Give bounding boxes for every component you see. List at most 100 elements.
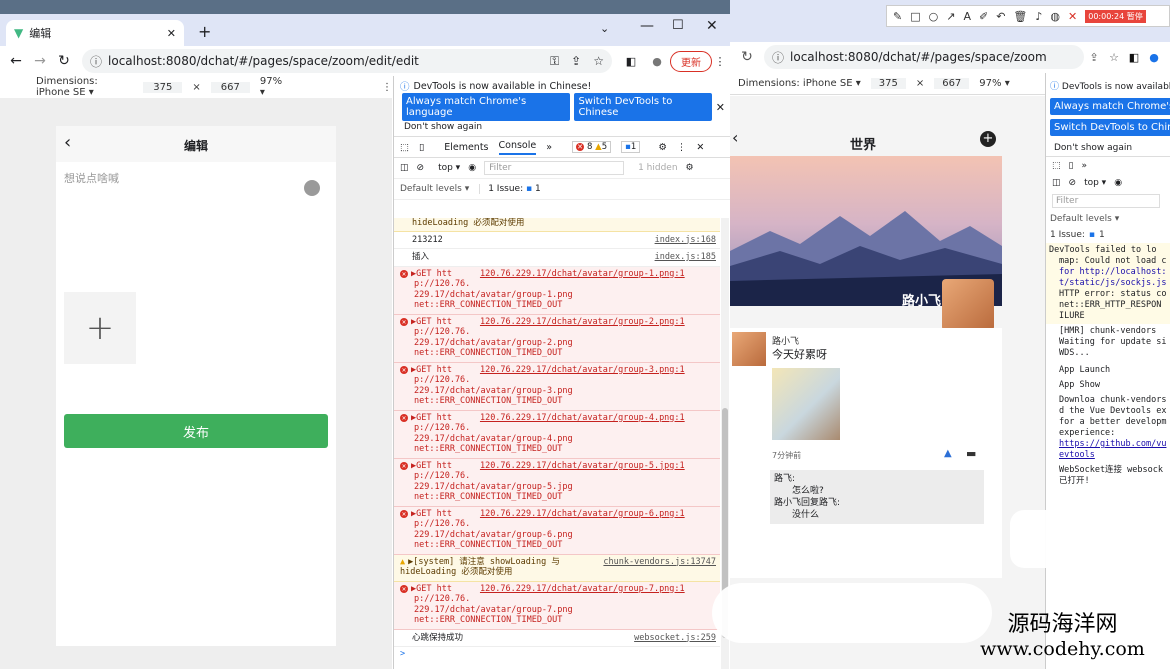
right-issue-bar[interactable]: 1 Issue: ▪ 1 (1046, 227, 1170, 243)
devtools-close-icon[interactable]: ✕ (696, 142, 704, 153)
sidebar-toggle-icon[interactable]: ◫ (1052, 178, 1061, 188)
forward-icon[interactable]: → (28, 53, 52, 69)
device-menu-icon[interactable]: ⋮ (382, 82, 392, 93)
like-icon[interactable]: ▲ (944, 448, 952, 459)
comment-icon[interactable]: ▬ (966, 447, 976, 460)
close-icon[interactable]: ✕ (1068, 10, 1077, 23)
add-image-button[interactable]: + (64, 292, 136, 364)
width-input[interactable]: 375 (143, 81, 183, 93)
maximize-icon[interactable]: ☐ (672, 18, 684, 33)
inspect-icon[interactable]: ⬚ (400, 142, 409, 153)
dont-show-link[interactable]: Don't show again (1046, 140, 1170, 156)
issue-bar[interactable]: 1 Issue: ▪ 1 (479, 184, 541, 194)
back-icon[interactable]: ← (4, 53, 28, 69)
error-source-link[interactable]: 120.76.229.17/dchat/avatar/group-2.png:1 (480, 317, 685, 328)
error-source-link[interactable]: 120.76.229.17/dchat/avatar/group-3.png:1 (480, 365, 685, 376)
eye-icon[interactable]: ◉ (1114, 178, 1122, 188)
switch-chinese-button[interactable]: Switch DevTools to Chinese (1050, 119, 1170, 136)
context-select[interactable]: top ▾ (1084, 178, 1106, 188)
undo-icon[interactable]: ↶ (996, 10, 1005, 23)
zoom-select[interactable]: 97% ▾ (979, 78, 1009, 89)
tab-edit[interactable]: ▼ 编辑 ✕ (6, 20, 184, 46)
post-avatar[interactable] (732, 332, 766, 366)
more-tabs[interactable]: » (546, 142, 552, 153)
profile-icon[interactable]: ● (644, 55, 670, 68)
dimensions-select[interactable]: Dimensions: iPhone SE ▾ (36, 76, 133, 98)
zoom-select[interactable]: 97% ▾ (260, 76, 284, 98)
recording-time[interactable]: 00:00:24 暂停 (1085, 9, 1146, 23)
share-icon[interactable]: ⇪ (1084, 51, 1104, 64)
cover-avatar[interactable] (942, 279, 994, 331)
reload-icon[interactable]: ↻ (736, 49, 758, 65)
match-language-button[interactable]: Always match Chrome's lang (1050, 98, 1170, 115)
issue-counters[interactable]: ✕ 8 ▲5 (572, 141, 612, 153)
new-tab-icon[interactable]: + (198, 22, 211, 41)
tab-close-icon[interactable]: ✕ (167, 27, 176, 40)
device-icon[interactable]: ▯ (419, 142, 424, 153)
dimensions-select[interactable]: Dimensions: iPhone SE ▾ (738, 78, 861, 89)
error-source-link[interactable]: 120.76.229.17/dchat/avatar/group-4.png:1 (480, 413, 685, 424)
error-source-link[interactable]: 120.76.229.17/dchat/avatar/group-6.png:1 (480, 509, 685, 520)
tab-elements[interactable]: Elements (444, 142, 488, 153)
height-input[interactable]: 667 (210, 81, 250, 93)
delete-icon[interactable]: 🗑 (1013, 10, 1027, 23)
settings-gear-icon[interactable]: ⚙ (658, 142, 667, 153)
marker-icon[interactable]: ✐ (979, 10, 988, 23)
star-icon[interactable]: ☆ (593, 54, 604, 68)
emoji-toggle-icon[interactable] (304, 180, 320, 196)
default-levels[interactable]: Default levels ▾ (400, 184, 469, 194)
source-link[interactable]: index.js:168 (655, 235, 716, 246)
clear-console-icon[interactable]: ⊘ (417, 163, 425, 173)
mic-icon[interactable]: ◍ (1050, 10, 1060, 23)
rect-icon[interactable]: □ (910, 10, 920, 23)
speaker-icon[interactable]: ♪ (1035, 10, 1042, 23)
match-language-button[interactable]: Always match Chrome's language (402, 93, 571, 121)
menu-icon[interactable]: ⋮ (712, 55, 728, 68)
error-source-link[interactable]: 120.76.229.17/dchat/avatar/group-5.jpg:1 (480, 461, 685, 472)
height-input[interactable]: 667 (934, 78, 970, 89)
source-link[interactable]: websocket.js:259 (634, 633, 716, 644)
sidebar-toggle-icon[interactable]: ◫ (400, 163, 409, 173)
console-prompt[interactable]: > (394, 647, 720, 662)
sidepanel-icon[interactable]: ◧ (1124, 51, 1144, 64)
pen-icon[interactable]: ✎ (893, 10, 902, 23)
switch-chinese-button[interactable]: Switch DevTools to Chinese (574, 93, 712, 121)
source-link[interactable]: chunk-vendors.js:13747 (603, 557, 716, 568)
devtools-menu-icon[interactable]: ⋮ (677, 142, 687, 153)
add-circle-icon[interactable]: + (980, 131, 996, 147)
text-icon[interactable]: A (963, 10, 971, 23)
reload-icon[interactable]: ↻ (52, 53, 76, 69)
star-icon[interactable]: ☆ (1104, 51, 1124, 64)
minimize-icon[interactable]: — (640, 18, 654, 34)
inspect-icon[interactable]: ⬚ (1052, 161, 1061, 171)
console-settings-icon[interactable]: ⚙ (686, 163, 694, 173)
source-link[interactable]: index.js:185 (655, 252, 716, 263)
device-icon[interactable]: ▯ (1069, 161, 1074, 171)
share-icon[interactable]: ⇪ (571, 54, 581, 68)
left-omnibox[interactable]: ⓘ localhost:8080/dchat/#/pages/space/zoo… (82, 49, 612, 73)
right-filter-input[interactable]: Filter (1052, 194, 1160, 208)
tab-console[interactable]: Console (498, 140, 537, 155)
arrow-icon[interactable]: ↗ (946, 10, 955, 23)
more-tabs[interactable]: » (1081, 161, 1087, 171)
back-arrow-icon[interactable]: ‹ (64, 132, 71, 153)
post-image[interactable] (772, 368, 840, 440)
notice-close-icon[interactable]: ✕ (716, 101, 725, 114)
eye-icon[interactable]: ◉ (468, 163, 476, 173)
right-omnibox[interactable]: ⓘ localhost:8080/dchat/#/pages/space/zoo… (764, 45, 1084, 69)
filter-input[interactable]: Filter (484, 161, 625, 175)
default-levels[interactable]: Default levels ▾ (1046, 211, 1170, 227)
context-select[interactable]: top ▾ (438, 163, 460, 173)
window-close-icon[interactable]: ✕ (706, 18, 718, 34)
circle-icon[interactable]: ○ (929, 10, 939, 23)
key-icon[interactable]: ⚿ (550, 54, 559, 69)
profile-icon[interactable]: ● (1144, 51, 1164, 64)
tab-search-icon[interactable]: ⌄ (600, 22, 609, 35)
error-source-link[interactable]: 120.76.229.17/dchat/avatar/group-1.png:1 (480, 269, 685, 280)
back-arrow-icon[interactable]: ‹ (732, 128, 738, 147)
content-textarea[interactable]: 想说点啥喊 (64, 170, 314, 270)
publish-button[interactable]: 发布 (64, 414, 328, 448)
sidepanel-icon[interactable]: ◧ (618, 55, 644, 68)
width-input[interactable]: 375 (870, 78, 906, 89)
update-button[interactable]: 更新 (670, 50, 712, 72)
